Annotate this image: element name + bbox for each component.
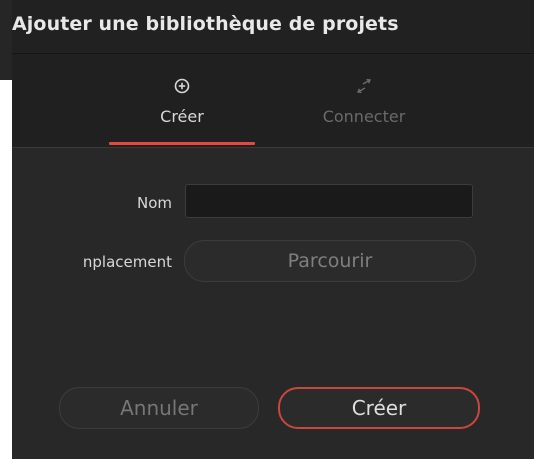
active-tab-indicator: [109, 142, 255, 145]
tab-create-label: Créer: [160, 107, 204, 126]
dialog-titlebar: Ajouter une bibliothèque de projets: [12, 0, 534, 54]
tab-connect-label: Connecter: [322, 107, 406, 126]
connect-arrows-icon: [289, 76, 439, 96]
name-input[interactable]: [185, 184, 473, 218]
add-project-library-dialog: Ajouter une bibliothèque de projets Crée…: [12, 0, 534, 459]
name-label: Nom: [136, 194, 172, 212]
mode-tabs: Créer Connecter: [12, 54, 534, 148]
location-label: nplacement: [82, 253, 172, 271]
tab-create[interactable]: Créer: [107, 54, 257, 147]
browse-button[interactable]: Parcourir: [184, 240, 476, 282]
tab-connect[interactable]: Connecter: [289, 54, 439, 147]
create-button[interactable]: Créer: [278, 387, 480, 429]
plus-circle-icon: [107, 76, 257, 96]
dialog-title: Ajouter une bibliothèque de projets: [12, 13, 399, 35]
screen: Ajouter une bibliothèque de projets Crée…: [0, 0, 534, 459]
cancel-button[interactable]: Annuler: [59, 387, 259, 429]
